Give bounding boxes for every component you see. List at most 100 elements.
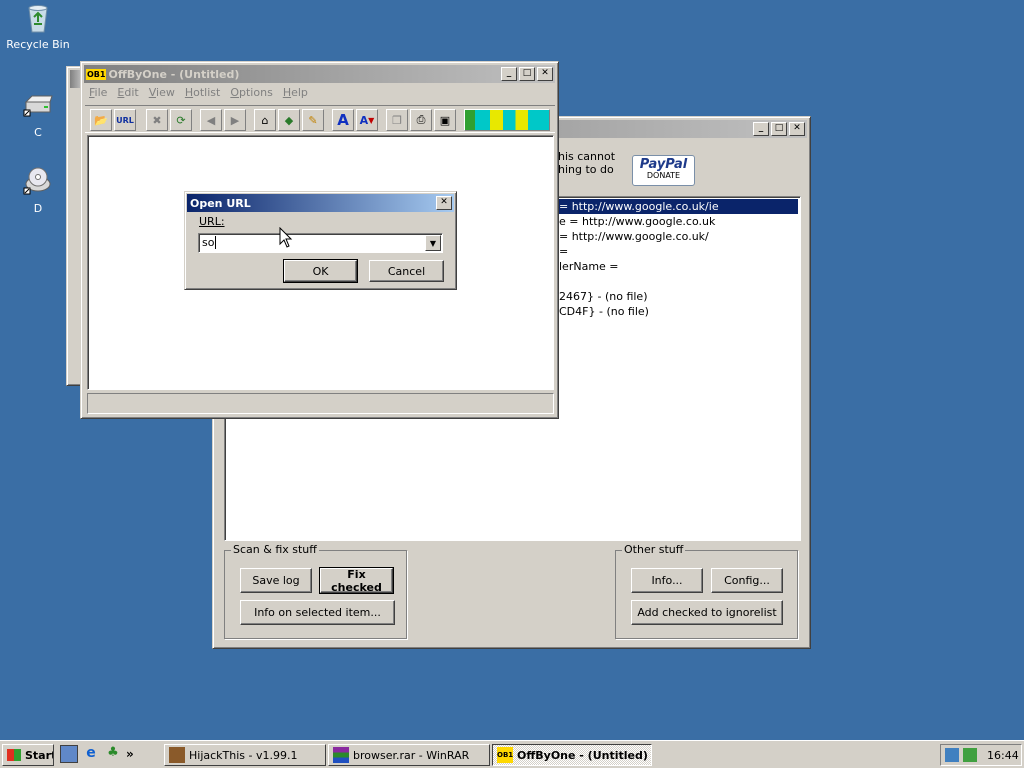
list-row[interactable]: = — [559, 244, 568, 259]
copy-icon[interactable]: ❐ — [386, 109, 408, 131]
drive-icon — [22, 90, 54, 122]
open-url-button[interactable]: URL — [114, 109, 136, 131]
menu-help[interactable]: Help — [283, 86, 308, 99]
winrar-icon — [333, 747, 349, 763]
stop-icon[interactable]: ✖ — [146, 109, 168, 131]
show-desktop-icon[interactable] — [60, 745, 78, 763]
menu-edit[interactable]: Edit — [117, 86, 138, 99]
url-tool-label: URL — [116, 115, 134, 125]
cd-drive-icon — [22, 166, 54, 198]
minimize-button[interactable]: _ — [501, 67, 517, 81]
chevron-down-icon: ▼ — [429, 238, 437, 248]
open-url-dialog[interactable]: Open URL ✕ URL: so ▼ OK Cancel — [184, 191, 457, 290]
info-text-line-2: hing to do — [558, 163, 614, 176]
task-label: OffByOne - (Untitled) — [517, 748, 648, 762]
desktop-icon-label: C — [34, 126, 42, 139]
list-row[interactable]: lerName = — [559, 259, 619, 274]
start-button[interactable]: Start — [2, 744, 54, 766]
close-button[interactable]: ✕ — [537, 67, 553, 81]
minimize-button[interactable]: _ — [753, 122, 769, 136]
color-palette-icon[interactable] — [464, 109, 550, 131]
offbyone-titlebar[interactable]: OB1 OffByOne - (Untitled) _ □ ✕ — [84, 65, 555, 83]
windows-logo-icon — [7, 749, 21, 761]
dropdown-button[interactable]: ▼ — [425, 235, 441, 251]
open-url-title: Open URL — [190, 196, 251, 210]
font-smaller-icon[interactable]: A ▼ — [356, 109, 378, 131]
scan-fix-group-label: Scan & fix stuff — [231, 543, 319, 556]
tray-app-icon[interactable] — [963, 748, 977, 762]
back-icon[interactable]: ◀ — [200, 109, 222, 131]
config-button[interactable]: Config... — [711, 568, 783, 593]
save-icon[interactable]: ▣ — [434, 109, 456, 131]
status-bar — [87, 393, 554, 414]
desktop-icon-label: Recycle Bin — [6, 38, 70, 51]
text-cursor — [215, 236, 216, 249]
bookmark-icon[interactable]: ◆ — [278, 109, 300, 131]
close-button[interactable]: ✕ — [436, 196, 452, 210]
maximize-button[interactable]: □ — [519, 67, 535, 81]
url-label: URL: — [199, 215, 225, 228]
scan-fix-group: Scan & fix stuff — [224, 543, 407, 639]
desktop-icon-c[interactable]: C — [0, 90, 76, 139]
info-on-selected-button[interactable]: Info on selected item... — [240, 600, 395, 625]
font-larger-icon[interactable]: A — [332, 109, 354, 131]
ob1-icon: OB1 — [497, 747, 513, 763]
clock[interactable]: 16:44 — [987, 749, 1019, 762]
task-label: browser.rar - WinRAR — [353, 748, 470, 762]
task-label: HijackThis - v1.99.1 — [189, 748, 298, 762]
recycle-bin-icon — [22, 2, 54, 34]
info-button[interactable]: Info... — [631, 568, 703, 593]
url-combobox[interactable]: so ▼ — [198, 233, 443, 253]
print-icon[interactable]: ⎙ — [410, 109, 432, 131]
quicklaunch-more-icon[interactable]: » — [126, 747, 134, 761]
task-hijackthis[interactable]: HijackThis - v1.99.1 — [164, 744, 326, 766]
desktop-icon-d[interactable]: D — [0, 166, 76, 215]
list-row[interactable]: = http://www.google.co.uk/ie — [559, 199, 719, 214]
menu-bar: File Edit View Hotlist Options Help — [89, 86, 318, 99]
open-url-titlebar[interactable]: Open URL ✕ — [187, 194, 454, 212]
desktop-icon-label: D — [33, 202, 43, 215]
add-to-ignorelist-button[interactable]: Add checked to ignorelist — [631, 600, 783, 625]
quick-launch: e ♣ » — [60, 745, 134, 763]
menu-options[interactable]: Options — [230, 86, 272, 99]
system-tray: 16:44 — [940, 744, 1022, 766]
close-button[interactable]: ✕ — [789, 122, 805, 136]
taskbar: Start e ♣ » HijackThis - v1.99.1 browser… — [0, 740, 1024, 768]
mouse-pointer-icon — [279, 227, 293, 248]
hijackthis-icon — [169, 747, 185, 763]
list-row[interactable]: = http://www.google.co.uk/ — [559, 229, 709, 244]
paypal-logo-text: PayPal — [639, 157, 688, 172]
paypal-donate-text: DONATE — [646, 171, 681, 180]
refresh-icon[interactable]: ⟳ — [170, 109, 192, 131]
menu-hotlist[interactable]: Hotlist — [185, 86, 220, 99]
ob1-app-icon: OB1 — [86, 68, 107, 80]
other-stuff-group-label: Other stuff — [622, 543, 686, 556]
list-row[interactable]: e = http://www.google.co.uk — [559, 214, 715, 229]
list-row[interactable]: 2467} - (no file) — [559, 289, 648, 304]
task-offbyone[interactable]: OB1 OffByOne - (Untitled) — [492, 744, 652, 766]
desktop-icon-recycle-bin[interactable]: Recycle Bin — [0, 2, 76, 51]
home-icon[interactable]: ⌂ — [254, 109, 276, 131]
menu-view[interactable]: View — [149, 86, 175, 99]
ok-button[interactable]: OK — [283, 259, 358, 283]
list-row[interactable]: CD4F} - (no file) — [559, 304, 649, 319]
url-input[interactable]: so — [202, 236, 214, 249]
start-label: Start — [25, 748, 54, 762]
ie-icon[interactable]: e — [82, 745, 100, 763]
offbyone-title: OffByOne - (Untitled) — [108, 67, 240, 81]
other-stuff-group: Other stuff — [615, 543, 798, 639]
network-icon[interactable] — [945, 748, 959, 762]
cancel-button[interactable]: Cancel — [369, 260, 444, 282]
toolbar: 📂 URL ✖ ⟳ ◀ ▶ ⌂ ◆ ✎ A A ▼ ❐ ⎙ ▣ — [85, 105, 555, 133]
task-winrar[interactable]: browser.rar - WinRAR — [328, 744, 490, 766]
media-icon[interactable]: ♣ — [104, 745, 122, 763]
open-folder-icon[interactable]: 📂 — [90, 109, 112, 131]
menu-file[interactable]: File — [89, 86, 107, 99]
hotlist-icon[interactable]: ✎ — [302, 109, 324, 131]
info-text-line-1: his cannot — [558, 150, 616, 163]
maximize-button[interactable]: □ — [771, 122, 787, 136]
fix-checked-button[interactable]: Fix checked — [319, 567, 394, 594]
forward-icon[interactable]: ▶ — [224, 109, 246, 131]
save-log-button[interactable]: Save log — [240, 568, 312, 593]
paypal-donate-button[interactable]: PayPal DONATE — [632, 155, 695, 186]
